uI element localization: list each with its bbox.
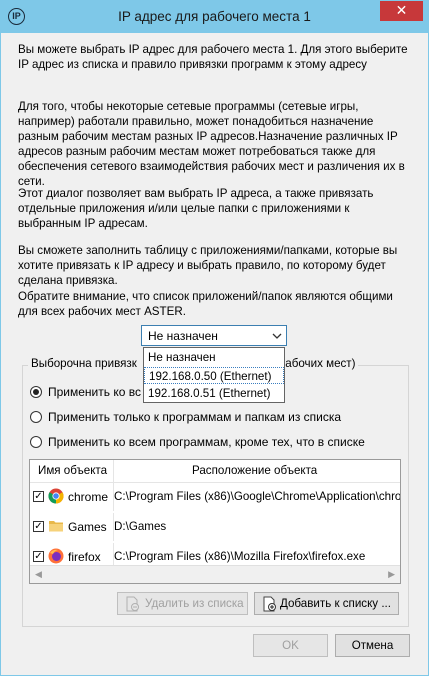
description-note: Обратите внимание, что список приложений… — [18, 290, 393, 318]
add-file-icon — [261, 596, 277, 615]
row-name: chrome — [68, 490, 109, 504]
table-row[interactable]: ✓ Games D:\Games — [30, 513, 400, 541]
row-path: C:\Program Files (x86)\Google\Chrome\App… — [114, 490, 401, 503]
row-checkbox[interactable]: ✓ — [33, 521, 44, 532]
title-bar: IP IP адрес для рабочего места 1 ✕ — [0, 0, 429, 33]
chevron-down-icon — [272, 327, 282, 348]
ip-select-value: Не назначен — [148, 329, 218, 343]
row-path: D:\Games — [114, 520, 167, 533]
add-button-label: Добавить к списку ... — [280, 597, 391, 610]
header-name[interactable]: Имя объекта — [38, 464, 107, 477]
row-name: firefox — [68, 550, 101, 564]
add-to-list-button[interactable]: Добавить к списку ... — [254, 592, 399, 615]
radio-button[interactable] — [30, 436, 42, 448]
row-name: Games — [68, 520, 107, 534]
ip-dropdown-list: Не назначен 192.168.0.50 (Ethernet) 192.… — [143, 347, 285, 403]
description-table-hint: Вы сможете заполнить таблицу с приложени… — [18, 244, 398, 287]
scroll-right-icon[interactable]: ▶ — [388, 569, 395, 580]
column-divider[interactable] — [113, 460, 114, 482]
scroll-left-icon[interactable]: ◀ — [35, 569, 42, 580]
radio-button[interactable] — [30, 411, 42, 423]
ok-button[interactable]: OK — [253, 634, 328, 657]
radio-apply-all[interactable]: Применить ко вс — [30, 385, 141, 399]
table-header: Имя объекта Расположение объекта — [30, 460, 400, 483]
row-path: C:\Program Files (x86)\Mozilla Firefox\f… — [114, 550, 366, 563]
close-button[interactable]: ✕ — [380, 0, 423, 21]
firefox-icon — [48, 548, 64, 564]
dropdown-option[interactable]: Не назначен — [144, 349, 284, 366]
description-intro: Вы можете выбрать IP адрес для рабочего … — [18, 43, 408, 71]
row-checkbox[interactable]: ✓ — [33, 491, 44, 502]
objects-table: Имя объекта Расположение объекта ✓ chrom… — [29, 459, 401, 584]
remove-from-list-button[interactable]: Удалить из списка — [117, 592, 248, 615]
ip-address-select[interactable]: Не назначен — [141, 325, 287, 346]
description-details: Для того, чтобы некоторые сетевые програ… — [18, 100, 405, 188]
radio-apply-only-list[interactable]: Применить только к программам и папкам и… — [30, 410, 341, 424]
dropdown-option[interactable]: 192.168.0.51 (Ethernet) — [144, 385, 284, 402]
remove-icon — [124, 596, 140, 615]
table-row[interactable]: ✓ chrome C:\Program Files (x86)\Google\C… — [30, 483, 400, 511]
chrome-icon — [48, 488, 64, 504]
radio-apply-except-list[interactable]: Применить ко всем программам, кроме тех,… — [30, 435, 365, 449]
row-checkbox[interactable]: ✓ — [33, 551, 44, 562]
cancel-button-label: Отмена — [351, 639, 394, 652]
folder-icon — [48, 518, 64, 534]
radio-button[interactable] — [30, 386, 42, 398]
ok-button-label: OK — [282, 639, 299, 652]
remove-button-label: Удалить из списка — [145, 597, 244, 610]
cancel-button[interactable]: Отмена — [335, 634, 410, 657]
window-title: IP адрес для рабочего места 1 — [118, 9, 311, 24]
description-dialog-purpose: Этот диалог позволяет вам выбрать IP адр… — [18, 187, 374, 230]
dropdown-option[interactable]: 192.168.0.50 (Ethernet) — [144, 367, 284, 384]
horizontal-scrollbar[interactable]: ◀ ▶ — [30, 565, 400, 583]
header-path[interactable]: Расположение объекта — [192, 464, 317, 477]
